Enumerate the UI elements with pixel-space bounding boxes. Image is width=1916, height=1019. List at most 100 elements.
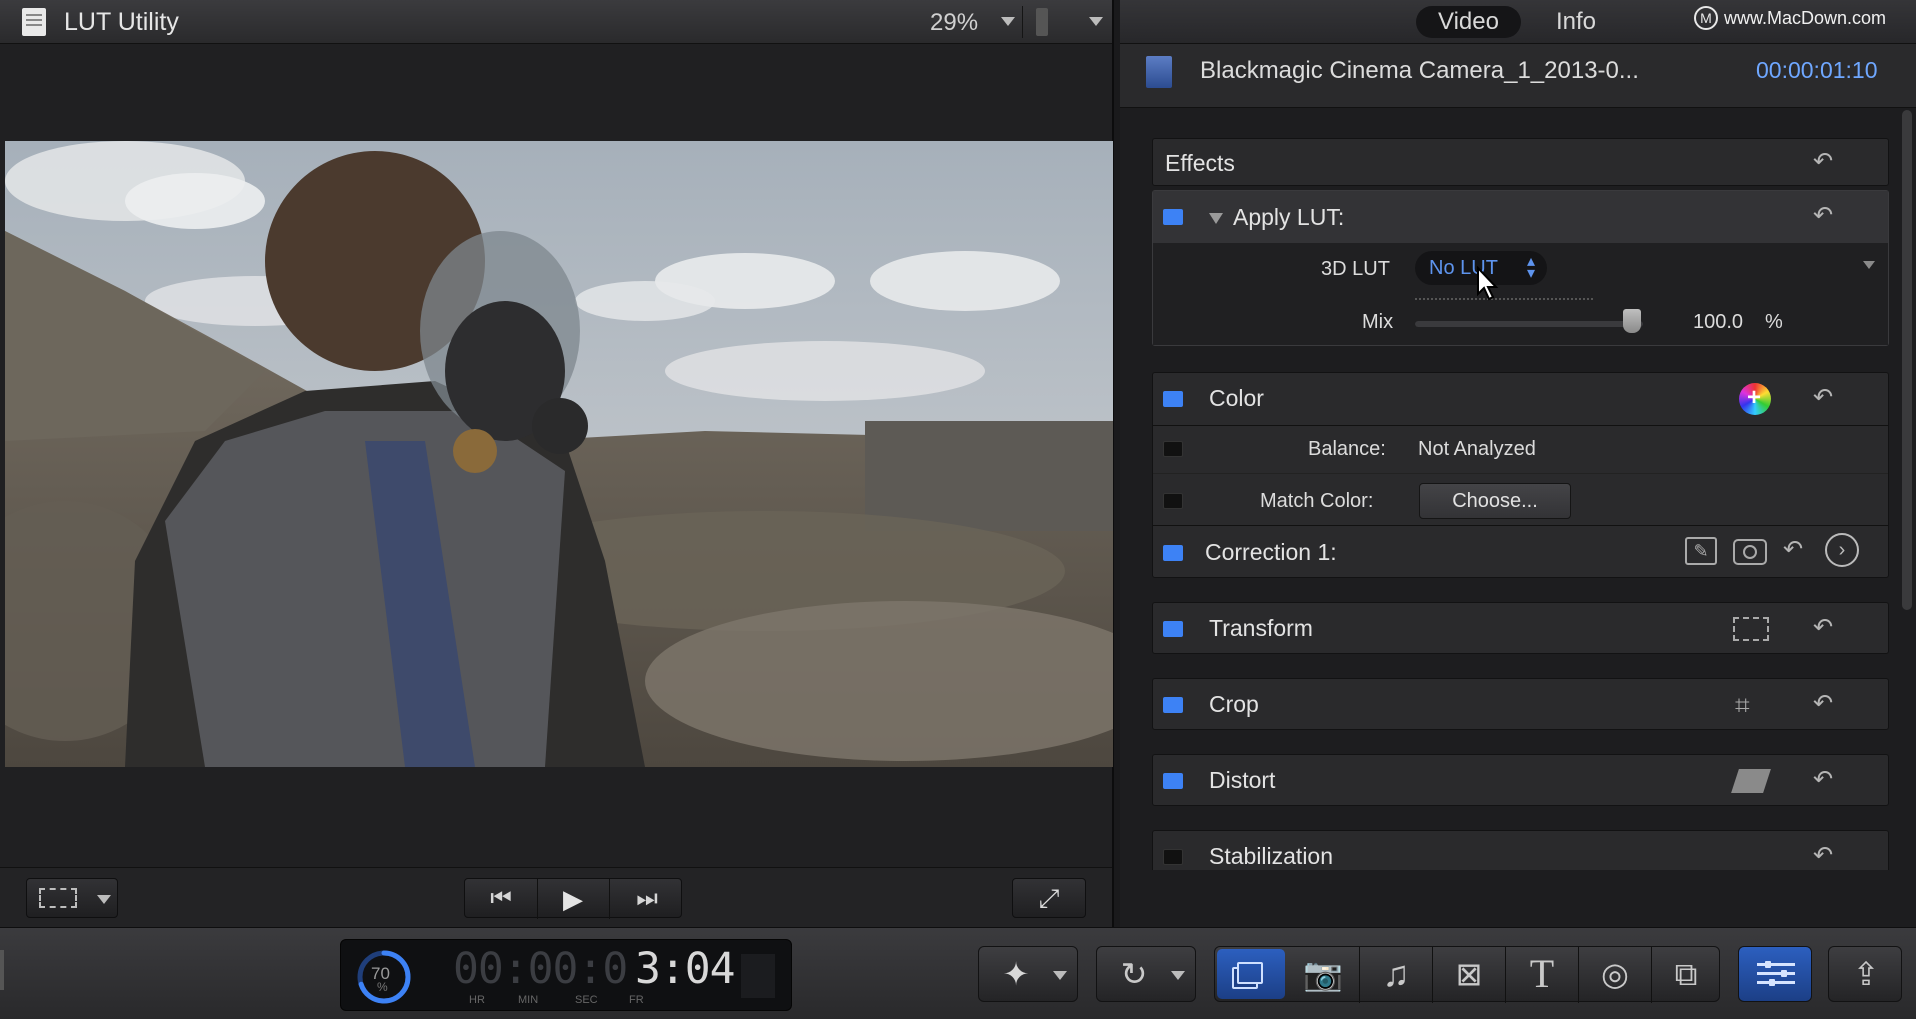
share-icon: ⇪ xyxy=(1852,956,1880,992)
shape-mask-icon[interactable] xyxy=(1733,539,1767,565)
share-button[interactable]: ⇪ xyxy=(1828,946,1902,1002)
previous-edit-icon[interactable]: ⏮ xyxy=(483,884,519,914)
chevron-down-icon xyxy=(1171,971,1185,980)
distort-checkbox[interactable] xyxy=(1163,773,1183,789)
browser-buttons: 📷 ♫ ⊠ T ◎ ⧉ xyxy=(1214,946,1720,1003)
apply-lut-title: Apply LUT: xyxy=(1233,204,1345,230)
transform-title: Transform xyxy=(1209,615,1313,641)
inspector-sliders-icon xyxy=(1757,961,1795,987)
divider xyxy=(1153,425,1888,426)
unit-hr: HR xyxy=(469,994,485,1006)
inspector-toggle-button[interactable] xyxy=(1738,946,1812,1002)
stabilization-title: Stabilization xyxy=(1209,843,1334,869)
viewer-control-bar: ⏮ ▶ ⏭ ⤢ xyxy=(0,867,1112,927)
color-section: Color + ↶ Balance: Not Analyzed Match Co… xyxy=(1152,372,1889,578)
viewer-title: LUT Utility xyxy=(64,8,179,36)
stepper-arrows-icon: ▴ ▾ xyxy=(1527,253,1536,282)
reset-icon[interactable]: ↶ xyxy=(1813,613,1833,642)
transitions-icon[interactable]: ⊠ xyxy=(1433,947,1505,1001)
unit-min: MIN xyxy=(518,994,539,1006)
watermark-text: www.MacDown.com xyxy=(1724,8,1887,28)
titles-icon[interactable]: T xyxy=(1506,947,1578,1001)
crop-section: Crop ⌗ ↶ xyxy=(1152,678,1889,730)
tab-info[interactable]: Info xyxy=(1534,6,1618,38)
view-options-icon[interactable] xyxy=(1036,8,1048,36)
balance-checkbox[interactable] xyxy=(1163,441,1183,457)
document-icon xyxy=(22,8,46,36)
reset-icon[interactable]: ↶ xyxy=(1783,535,1803,564)
go-to-color-board-icon[interactable]: › xyxy=(1825,533,1859,567)
crop-title: Crop xyxy=(1209,691,1259,717)
correction-checkbox[interactable] xyxy=(1163,545,1183,561)
chevron-down-icon[interactable] xyxy=(1863,261,1875,269)
edit-mask-icon[interactable]: ✎ xyxy=(1685,537,1717,565)
zoom-dropdown-icon[interactable] xyxy=(1001,17,1015,26)
timecode-digits: 3:04 xyxy=(635,944,736,994)
inspector-panel: Video Info M www.MacDown.com Blackmagic … xyxy=(1120,0,1916,927)
tab-video[interactable]: Video xyxy=(1416,6,1521,38)
transform-section: Transform ↶ xyxy=(1152,602,1889,654)
camera-icon[interactable]: 📷 xyxy=(1287,947,1359,1001)
choose-button[interactable]: Choose... xyxy=(1419,483,1571,519)
mix-unit: % xyxy=(1765,311,1783,333)
color-title: Color xyxy=(1209,385,1264,411)
playback-controls: ⏮ ▶ ⏭ xyxy=(464,878,682,919)
apply-lut-checkbox[interactable] xyxy=(1163,209,1183,225)
mix-slider-knob[interactable] xyxy=(1623,309,1641,333)
retime-button[interactable]: ↻ xyxy=(1096,946,1196,1002)
view-mode-button[interactable] xyxy=(26,878,118,918)
media-browser-button[interactable] xyxy=(1217,949,1285,999)
video-image xyxy=(5,141,1113,767)
magic-wand-icon: ✦ xyxy=(1002,956,1030,992)
play-icon[interactable]: ▶ xyxy=(555,884,591,914)
disclosure-triangle-icon[interactable] xyxy=(1209,213,1223,224)
inspector-scrollbar[interactable] xyxy=(1902,110,1912,610)
effects-header: Effects ↶ xyxy=(1152,138,1889,186)
color-checkbox[interactable] xyxy=(1163,391,1183,407)
match-color-checkbox[interactable] xyxy=(1163,493,1183,509)
themes-icon[interactable]: ⧉ xyxy=(1652,947,1720,1001)
mouse-pointer-icon xyxy=(1477,266,1499,301)
clips-icon xyxy=(1237,962,1263,984)
chevron-down-icon xyxy=(1053,971,1067,980)
color-board-icon[interactable]: + xyxy=(1739,383,1771,415)
divider xyxy=(1153,473,1888,474)
transform-onscreen-icon[interactable] xyxy=(1733,617,1769,641)
unit-sec: SEC xyxy=(575,994,598,1006)
mix-value[interactable]: 100.0 xyxy=(1693,311,1743,334)
next-edit-icon[interactable]: ⏭ xyxy=(629,884,665,914)
video-clip-icon xyxy=(1146,56,1172,88)
reset-icon[interactable]: ↶ xyxy=(1813,201,1833,230)
mix-slider[interactable] xyxy=(1415,321,1643,327)
distort-icon[interactable] xyxy=(1731,769,1771,793)
reset-icon[interactable]: ↶ xyxy=(1813,689,1833,718)
view-options-dropdown-icon[interactable] xyxy=(1089,17,1103,26)
frame-icon xyxy=(39,888,77,908)
transform-checkbox[interactable] xyxy=(1163,621,1183,637)
zoom-level[interactable]: 29% xyxy=(930,9,978,37)
inspector-tab-bar: Video Info M www.MacDown.com xyxy=(1120,0,1916,44)
reset-icon[interactable]: ↶ xyxy=(1813,765,1833,794)
enhancements-button[interactable]: ✦ xyxy=(978,946,1078,1002)
retime-icon: ↻ xyxy=(1120,956,1148,992)
generators-icon[interactable]: ◎ xyxy=(1579,947,1651,1001)
crop-icon[interactable]: ⌗ xyxy=(1735,691,1750,719)
bottom-toolbar: 70 % 00:00:0 3:04 HR MIN SEC FR ✦ ↻ 📷 ♫ … xyxy=(0,927,1916,1019)
correction-title: Correction 1: xyxy=(1205,539,1337,565)
music-icon[interactable]: ♫ xyxy=(1360,947,1432,1001)
reset-icon[interactable]: ↶ xyxy=(1813,147,1833,176)
reset-icon[interactable]: ↶ xyxy=(1813,383,1833,412)
fullscreen-button[interactable]: ⤢ xyxy=(1012,878,1086,918)
mix-slider-fill xyxy=(1415,321,1643,327)
dashboard-timecode[interactable]: 70 % 00:00:0 3:04 HR MIN SEC FR xyxy=(340,939,792,1011)
crop-checkbox[interactable] xyxy=(1163,697,1183,713)
reset-icon[interactable]: ↶ xyxy=(1813,841,1833,870)
divider xyxy=(609,879,610,919)
match-color-label: Match Color: xyxy=(1260,490,1374,512)
stabilization-checkbox[interactable] xyxy=(1163,849,1183,865)
clip-timecode: 00:00:01:10 xyxy=(1756,57,1878,83)
timecode-dim-digits: 00:00:0 xyxy=(453,944,628,994)
apply-lut-section: Apply LUT: ↶ 3D LUT No LUT ▴ ▾ Mix 100.0 … xyxy=(1152,190,1889,346)
chevron-down-icon xyxy=(97,895,111,904)
divider xyxy=(1022,6,1023,38)
